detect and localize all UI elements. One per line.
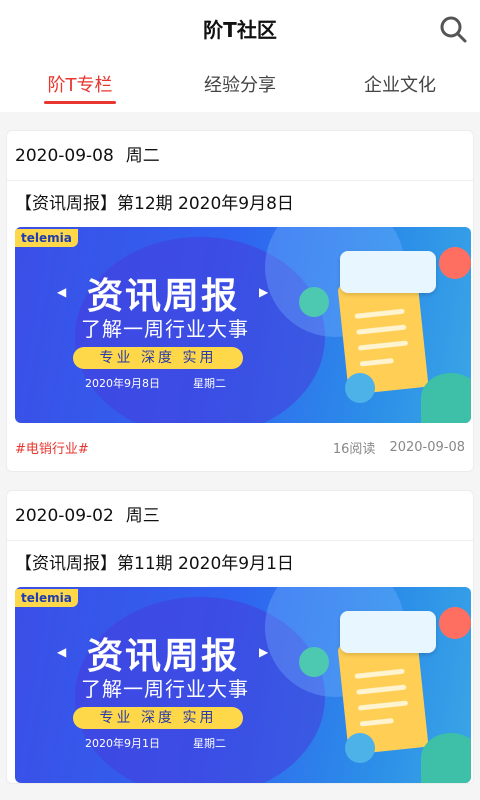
brand-logo: telemia — [15, 229, 78, 247]
article-card[interactable]: 2020-09-02 周三 【资讯周报】第11期 2020年9月1日 telemi… — [6, 490, 474, 784]
tab-culture[interactable]: 企业文化 — [320, 56, 480, 112]
article-meta: #电销行业# 16阅读 2020-09-08 — [7, 423, 473, 471]
page-title: 阶T社区 — [203, 17, 277, 42]
app-header: 阶T社区 — [0, 0, 480, 56]
banner-headline: 资讯周报 — [86, 636, 239, 677]
chart-card-illustration — [340, 611, 436, 653]
banner-pill: 专业 深度 实用 — [73, 707, 243, 729]
card-date: 2020-09-08 — [15, 146, 114, 166]
card-date-header: 2020-09-02 周三 — [7, 491, 473, 541]
article-card[interactable]: 2020-09-08 周二 【资讯周报】第12期 2020年9月8日 telemi… — [6, 130, 474, 472]
banner-weekday: 星期二 — [193, 377, 226, 390]
read-count: 16阅读 — [332, 441, 376, 457]
banner-date: 2020年9月1日 — [85, 737, 160, 750]
chart-card-illustration — [340, 251, 436, 293]
topic-tag[interactable]: #电销行业# — [15, 438, 333, 457]
cloud-icon — [299, 287, 329, 317]
banner-subline: 了解一周行业大事 — [81, 317, 249, 341]
article-title[interactable]: 【资讯周报】第11期 2020年9月1日 — [7, 541, 473, 587]
article-banner-image[interactable]: telemia ◀ 资讯周报 ▶ 了解一周行业大事 专业 深度 实用 2020年… — [15, 227, 471, 423]
settings-icon — [439, 607, 471, 639]
newspaper-icon — [345, 373, 375, 403]
triangle-right-icon: ▶ — [259, 645, 269, 659]
triangle-right-icon: ▶ — [259, 285, 269, 299]
card-date: 2020-09-02 — [15, 506, 114, 526]
tab-column[interactable]: 阶T专栏 — [0, 56, 160, 112]
banner-weekday: 星期二 — [193, 737, 226, 750]
search-icon[interactable] — [438, 14, 468, 44]
newspaper-icon — [345, 733, 375, 763]
banner-subline: 了解一周行业大事 — [81, 677, 249, 701]
tab-experience[interactable]: 经验分享 — [160, 56, 320, 112]
card-weekday: 周三 — [125, 506, 160, 526]
brand-logo: telemia — [15, 589, 78, 607]
card-date-header: 2020-09-08 周二 — [7, 131, 473, 181]
triangle-left-icon: ◀ — [57, 285, 67, 299]
banner-decoration — [421, 373, 471, 423]
banner-pill: 专业 深度 实用 — [73, 347, 243, 369]
cloud-icon — [299, 647, 329, 677]
card-weekday: 周二 — [125, 146, 160, 166]
triangle-left-icon: ◀ — [57, 645, 67, 659]
article-title[interactable]: 【资讯周报】第12期 2020年9月8日 — [7, 181, 473, 227]
tab-bar: 阶T专栏 经验分享 企业文化 — [0, 56, 480, 112]
banner-date: 2020年9月8日 — [85, 377, 160, 390]
article-feed: 2020-09-08 周二 【资讯周报】第12期 2020年9月8日 telemi… — [0, 112, 480, 800]
publish-date: 2020-09-08 — [389, 439, 465, 455]
settings-icon — [439, 247, 471, 279]
article-banner-image[interactable]: telemia ◀ 资讯周报 ▶ 了解一周行业大事 专业 深度 实用 2020年… — [15, 587, 471, 783]
banner-decoration — [421, 733, 471, 783]
banner-headline: 资讯周报 — [86, 276, 239, 317]
